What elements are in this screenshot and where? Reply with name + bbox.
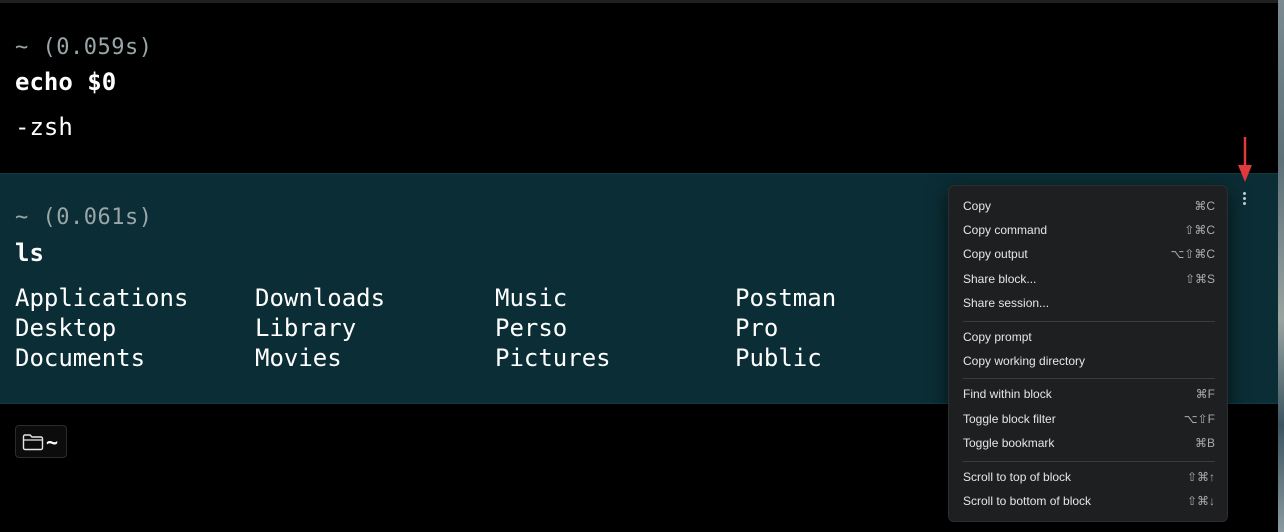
menu-item-label: Copy prompt bbox=[963, 330, 1032, 344]
ls-entry: Documents bbox=[15, 344, 146, 372]
block-output: -zsh bbox=[15, 113, 73, 141]
block-context-menu: Copy ⌘C Copy command ⇧⌘C Copy output ⌥⇧⌘… bbox=[948, 185, 1228, 522]
ls-entry: Public bbox=[735, 344, 822, 372]
menu-item-share-block[interactable]: Share block... ⇧⌘S bbox=[949, 268, 1229, 290]
desktop-background-strip bbox=[1278, 0, 1284, 532]
menu-item-label: Share session... bbox=[963, 296, 1050, 310]
menu-separator bbox=[963, 378, 1215, 379]
ls-entry: Library bbox=[255, 314, 357, 342]
ls-entry: Movies bbox=[255, 344, 342, 372]
menu-item-copy-prompt[interactable]: Copy prompt bbox=[949, 326, 1229, 348]
current-directory-chip[interactable]: ~ bbox=[15, 425, 67, 458]
folder-icon bbox=[22, 433, 44, 450]
menu-item-scroll-to-top[interactable]: Scroll to top of block ⇧⌘↑ bbox=[949, 466, 1229, 488]
menu-item-copy-output[interactable]: Copy output ⌥⇧⌘C bbox=[949, 243, 1229, 265]
ls-entry: Perso bbox=[495, 314, 568, 342]
menu-item-shortcut: ⌘B bbox=[1194, 436, 1215, 450]
menu-item-copy-command[interactable]: Copy command ⇧⌘C bbox=[949, 219, 1229, 241]
menu-item-shortcut: ⇧⌘C bbox=[1184, 223, 1215, 237]
block-command: echo $0 bbox=[15, 68, 117, 96]
menu-item-label: Share block... bbox=[963, 272, 1037, 286]
command-block-echo[interactable]: ~ (0.059s) echo $0 -zsh bbox=[0, 3, 1278, 173]
menu-item-label: Copy bbox=[963, 199, 992, 213]
menu-separator bbox=[963, 321, 1215, 322]
menu-item-share-session[interactable]: Share session... bbox=[949, 292, 1229, 314]
ls-entry: Applications bbox=[15, 284, 189, 312]
menu-item-toggle-bookmark[interactable]: Toggle bookmark ⌘B bbox=[949, 432, 1229, 454]
kebab-menu-icon[interactable] bbox=[1240, 191, 1248, 207]
annotation-arrow-icon bbox=[1238, 137, 1252, 182]
menu-item-scroll-to-bottom[interactable]: Scroll to bottom of block ⇧⌘↓ bbox=[949, 490, 1229, 512]
menu-item-find-within-block[interactable]: Find within block ⌘F bbox=[949, 383, 1229, 405]
menu-item-label: Copy command bbox=[963, 223, 1048, 237]
ls-entry: Pictures bbox=[495, 344, 611, 372]
menu-item-shortcut: ⌘C bbox=[1194, 199, 1215, 213]
ls-entry: Music bbox=[495, 284, 568, 312]
menu-item-shortcut: ⌥⇧F bbox=[1183, 412, 1215, 426]
ls-entry: Downloads bbox=[255, 284, 386, 312]
menu-item-label: Copy working directory bbox=[963, 354, 1086, 368]
block-prompt: ~ (0.059s) bbox=[15, 35, 153, 60]
menu-item-label: Toggle block filter bbox=[963, 412, 1056, 426]
menu-item-shortcut: ⇧⌘S bbox=[1184, 272, 1215, 286]
menu-item-label: Copy output bbox=[963, 247, 1028, 261]
directory-label: ~ bbox=[46, 429, 59, 454]
menu-item-shortcut: ⌥⇧⌘C bbox=[1170, 247, 1215, 261]
menu-item-toggle-block-filter[interactable]: Toggle block filter ⌥⇧F bbox=[949, 408, 1229, 430]
ls-entry: Pro bbox=[735, 314, 779, 342]
menu-item-copy[interactable]: Copy ⌘C bbox=[949, 195, 1229, 217]
terminal-window: ~ (0.059s) echo $0 -zsh ~ (0.061s) ls Ap… bbox=[0, 0, 1278, 532]
menu-item-copy-working-directory[interactable]: Copy working directory bbox=[949, 350, 1229, 372]
menu-item-shortcut: ⇧⌘↑ bbox=[1186, 470, 1215, 484]
ls-entry: Desktop bbox=[15, 314, 117, 342]
menu-item-label: Toggle bookmark bbox=[963, 436, 1055, 450]
menu-item-label: Scroll to top of block bbox=[963, 470, 1072, 484]
menu-item-shortcut: ⌘F bbox=[1195, 387, 1215, 401]
block-prompt: ~ (0.061s) bbox=[15, 205, 153, 230]
block-command: ls bbox=[15, 239, 44, 267]
ls-entry: Postman bbox=[735, 284, 837, 312]
menu-separator bbox=[963, 461, 1215, 462]
menu-item-label: Find within block bbox=[963, 387, 1052, 401]
menu-item-shortcut: ⇧⌘↓ bbox=[1186, 494, 1215, 508]
menu-item-label: Scroll to bottom of block bbox=[963, 494, 1092, 508]
